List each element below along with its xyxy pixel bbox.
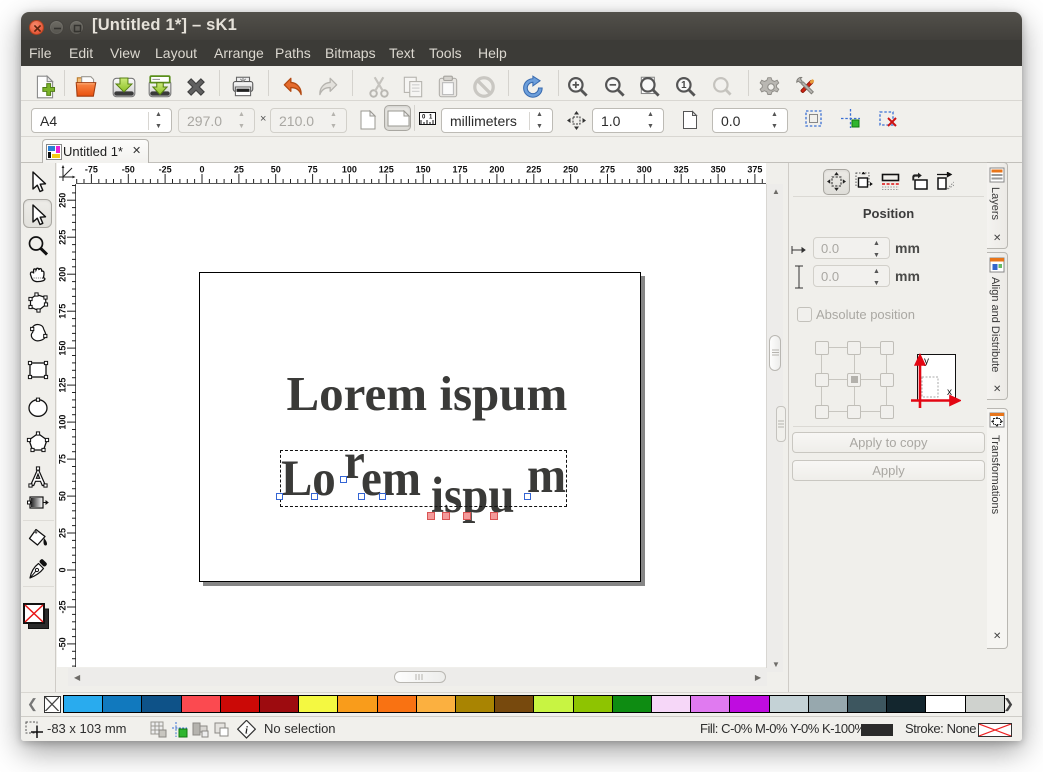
svg-text:200: 200 — [489, 165, 504, 175]
svg-text:125: 125 — [379, 165, 394, 175]
svg-text:225: 225 — [58, 230, 68, 245]
svg-text:-25: -25 — [159, 165, 172, 175]
svg-text:50: 50 — [271, 165, 281, 175]
svg-text:250: 250 — [563, 165, 578, 175]
svg-text:200: 200 — [58, 267, 68, 282]
svg-text:-75: -75 — [85, 165, 98, 175]
svg-text:0: 0 — [58, 567, 68, 572]
svg-text:-25: -25 — [58, 600, 68, 613]
svg-text:150: 150 — [416, 165, 431, 175]
svg-text:100: 100 — [342, 165, 357, 175]
svg-text:350: 350 — [711, 165, 726, 175]
svg-text:225: 225 — [526, 165, 541, 175]
svg-text:125: 125 — [58, 378, 68, 393]
svg-text:175: 175 — [58, 304, 68, 319]
svg-text:150: 150 — [58, 341, 68, 356]
svg-text:75: 75 — [308, 165, 318, 175]
svg-text:25: 25 — [234, 165, 244, 175]
svg-text:-50: -50 — [58, 637, 68, 650]
svg-text:0: 0 — [199, 165, 204, 175]
svg-text:i: i — [245, 726, 248, 737]
svg-text:175: 175 — [452, 165, 467, 175]
svg-text:25: 25 — [58, 528, 68, 538]
svg-text:1: 1 — [681, 80, 687, 91]
svg-text:100: 100 — [58, 415, 68, 430]
svg-text:325: 325 — [674, 165, 689, 175]
svg-text:275: 275 — [600, 165, 615, 175]
svg-text:50: 50 — [58, 491, 68, 501]
svg-text:-50: -50 — [122, 165, 135, 175]
svg-text:250: 250 — [58, 193, 68, 208]
svg-text:75: 75 — [58, 454, 68, 464]
svg-text:375: 375 — [747, 165, 762, 175]
svg-text:300: 300 — [637, 165, 652, 175]
